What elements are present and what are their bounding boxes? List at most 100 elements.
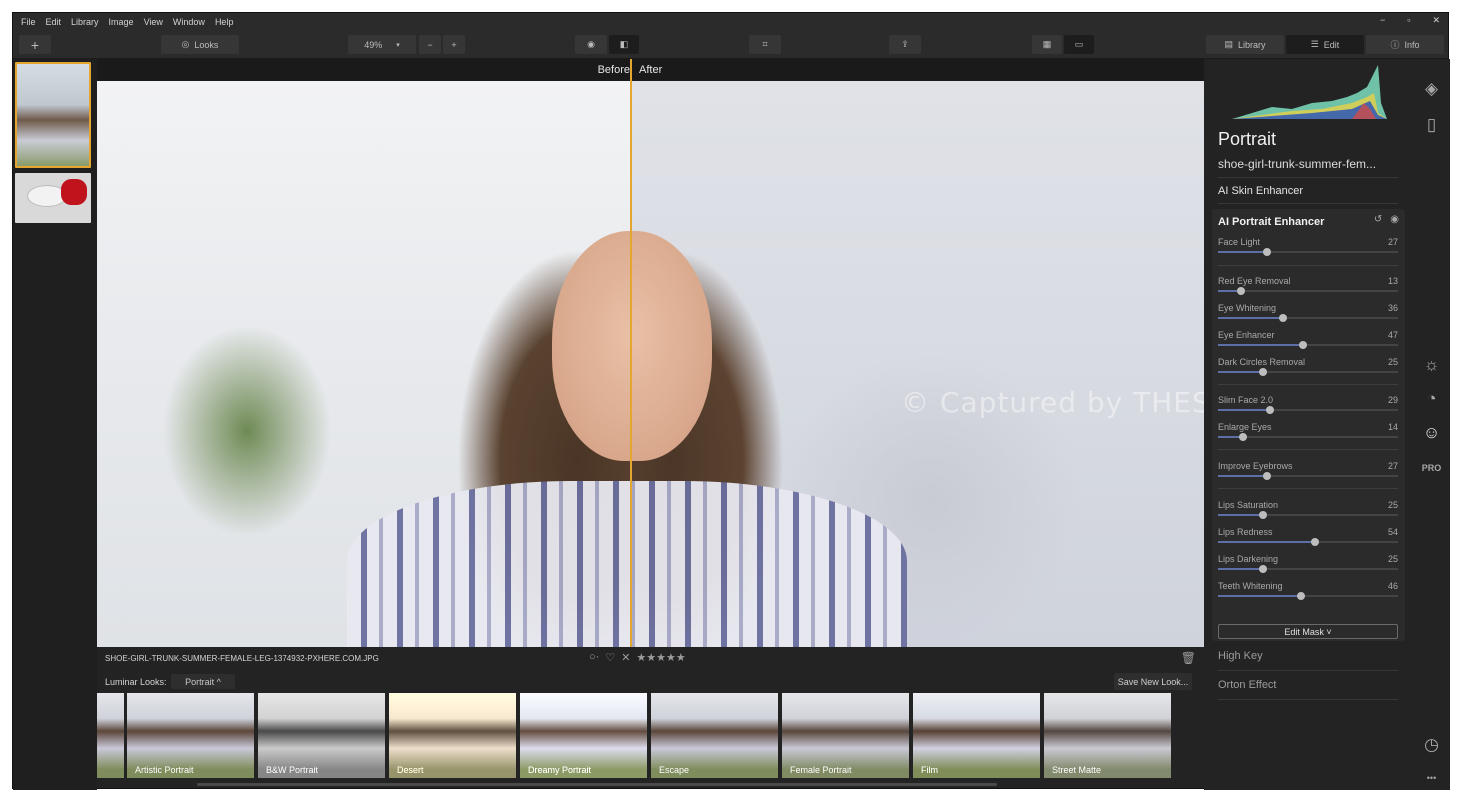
- slider-row[interactable]: Improve Eyebrows 27: [1218, 461, 1398, 485]
- close-button[interactable]: ✕: [1432, 15, 1440, 26]
- share-icon: ⇪: [901, 39, 909, 49]
- tab-library[interactable]: ▤ Library: [1206, 35, 1284, 54]
- slider-handle[interactable]: [1311, 538, 1320, 546]
- plus-icon: +: [30, 36, 40, 53]
- slider-row[interactable]: Dark Circles Removal 25: [1218, 357, 1398, 381]
- toggle-visibility-icon[interactable]: ◉: [1390, 214, 1399, 225]
- eye-icon: ◉: [587, 39, 595, 49]
- slider-fill: [1218, 371, 1263, 373]
- app-window: File Edit Library Image View Window Help…: [12, 12, 1450, 790]
- image-canvas[interactable]: Before After: [97, 59, 1204, 647]
- look-thumbnail[interactable]: Desert: [389, 693, 516, 778]
- preview-button[interactable]: ◉: [575, 35, 607, 54]
- slider-row[interactable]: Red Eye Removal 13: [1218, 276, 1398, 300]
- slider-handle[interactable]: [1262, 248, 1271, 256]
- slider-handle[interactable]: [1237, 287, 1246, 295]
- section-ai-skin-enhancer[interactable]: AI Skin Enhancer: [1218, 185, 1303, 197]
- history-clock-icon[interactable]: ◷: [1413, 735, 1450, 755]
- look-thumbnail[interactable]: Female Portrait: [782, 693, 909, 778]
- canvas-tools-icon[interactable]: ▯: [1413, 115, 1450, 135]
- look-label: Film: [921, 765, 938, 775]
- looks-button[interactable]: ◎ Looks: [161, 35, 239, 54]
- zoom-out-button[interactable]: −: [419, 35, 441, 54]
- filmstrip-thumbnail-portrait[interactable]: [15, 62, 91, 168]
- menu-help[interactable]: Help: [215, 17, 234, 27]
- menu-file[interactable]: File: [21, 17, 36, 27]
- section-high-key[interactable]: High Key: [1218, 650, 1263, 662]
- zoom-select[interactable]: 49% ▾: [348, 35, 416, 54]
- reset-icon[interactable]: ↺: [1374, 214, 1382, 225]
- layers-icon[interactable]: ◈: [1413, 79, 1450, 99]
- slider-row[interactable]: Enlarge Eyes 14: [1218, 422, 1398, 446]
- look-thumbnail[interactable]: B&W Portrait: [258, 693, 385, 778]
- gallery-view-button[interactable]: ▦: [1032, 35, 1062, 54]
- slider-row[interactable]: Lips Saturation 25: [1218, 500, 1398, 524]
- slider-value: 13: [1387, 276, 1398, 286]
- pro-icon[interactable]: PRO: [1413, 463, 1450, 473]
- edit-mask-button[interactable]: Edit Mask ˅: [1218, 624, 1398, 639]
- single-view-button[interactable]: ▭: [1064, 35, 1094, 54]
- slider-value: 36: [1387, 303, 1398, 313]
- portrait-face-icon[interactable]: ☺: [1413, 423, 1450, 443]
- slider-row[interactable]: Teeth Whitening 46: [1218, 581, 1398, 605]
- slider-handle[interactable]: [1259, 368, 1267, 376]
- reject-icon[interactable]: ✕: [621, 651, 630, 664]
- look-thumbnail[interactable]: Film: [913, 693, 1040, 778]
- slider-label: Dark Circles Removal: [1218, 357, 1306, 367]
- save-new-look-button[interactable]: Save New Look...: [1114, 673, 1192, 690]
- zoom-in-button[interactable]: +: [443, 35, 465, 54]
- look-thumbnail[interactable]: Dreamy Portrait: [520, 693, 647, 778]
- look-thumbnail-partial[interactable]: [97, 693, 124, 778]
- tab-edit[interactable]: ☰ Edit: [1286, 35, 1364, 54]
- slider-row[interactable]: Eye Whitening 36: [1218, 303, 1398, 327]
- look-thumbnail[interactable]: Street Matte: [1044, 693, 1171, 778]
- share-button[interactable]: ⇪: [889, 35, 921, 54]
- essentials-sun-icon[interactable]: ☼: [1413, 355, 1450, 375]
- slider-handle[interactable]: [1262, 472, 1271, 480]
- menu-view[interactable]: View: [144, 17, 163, 27]
- filmstrip-thumbnail-teacup[interactable]: [15, 173, 91, 223]
- compare-button[interactable]: ◧: [609, 35, 639, 54]
- maximize-button[interactable]: ▫: [1407, 15, 1410, 26]
- slider-row[interactable]: Face Light 27: [1218, 237, 1398, 261]
- slider-handle[interactable]: [1296, 592, 1305, 600]
- slider-row[interactable]: Eye Enhancer 47: [1218, 330, 1398, 354]
- slider-handle[interactable]: [1278, 314, 1287, 322]
- compare-divider-handle[interactable]: [630, 59, 632, 647]
- divider: [1218, 670, 1398, 671]
- crop-button[interactable]: ⌗: [749, 35, 781, 54]
- look-thumbnail[interactable]: Artistic Portrait: [127, 693, 254, 778]
- look-thumbnail[interactable]: Escape: [651, 693, 778, 778]
- color-label-icon[interactable]: ○·: [589, 651, 599, 664]
- looks-scrollbar[interactable]: [197, 783, 997, 786]
- portrait-face: [552, 231, 712, 461]
- trash-icon[interactable]: 🗑: [1181, 651, 1196, 665]
- add-photo-button[interactable]: +: [19, 35, 51, 54]
- slider-handle[interactable]: [1298, 341, 1307, 349]
- slider-value: 27: [1387, 461, 1398, 471]
- minimize-button[interactable]: −: [1380, 15, 1385, 26]
- slider-label: Lips Redness: [1218, 527, 1273, 537]
- menu-image[interactable]: Image: [109, 17, 134, 27]
- before-label: Before: [597, 64, 630, 76]
- menu-edit[interactable]: Edit: [46, 17, 62, 27]
- menu-window[interactable]: Window: [173, 17, 205, 27]
- slider-handle[interactable]: [1259, 565, 1267, 573]
- slider-value: 54: [1387, 527, 1398, 537]
- slider-row[interactable]: Lips Redness 54: [1218, 527, 1398, 551]
- creative-palette-icon[interactable]: ◔: [1413, 389, 1450, 409]
- menu-library[interactable]: Library: [71, 17, 99, 27]
- star-rating[interactable]: ★★★★★: [636, 651, 685, 664]
- slider-handle[interactable]: [1259, 511, 1267, 519]
- slider-fill: [1218, 568, 1263, 570]
- heart-icon[interactable]: ♡: [605, 651, 615, 664]
- slider-handle[interactable]: [1266, 406, 1275, 414]
- image-info-bar: SHOE-GIRL-TRUNK-SUMMER-FEMALE-LEG-137493…: [97, 647, 1204, 671]
- slider-row[interactable]: Lips Darkening 25: [1218, 554, 1398, 578]
- slider-handle[interactable]: [1239, 433, 1248, 441]
- slider-row[interactable]: Slim Face 2.0 29: [1218, 395, 1398, 419]
- tab-info[interactable]: ⓘ Info: [1366, 35, 1444, 54]
- section-orton-effect[interactable]: Orton Effect: [1218, 679, 1277, 691]
- more-icon[interactable]: •••: [1413, 773, 1450, 783]
- looks-category-select[interactable]: Portrait ^: [171, 674, 235, 689]
